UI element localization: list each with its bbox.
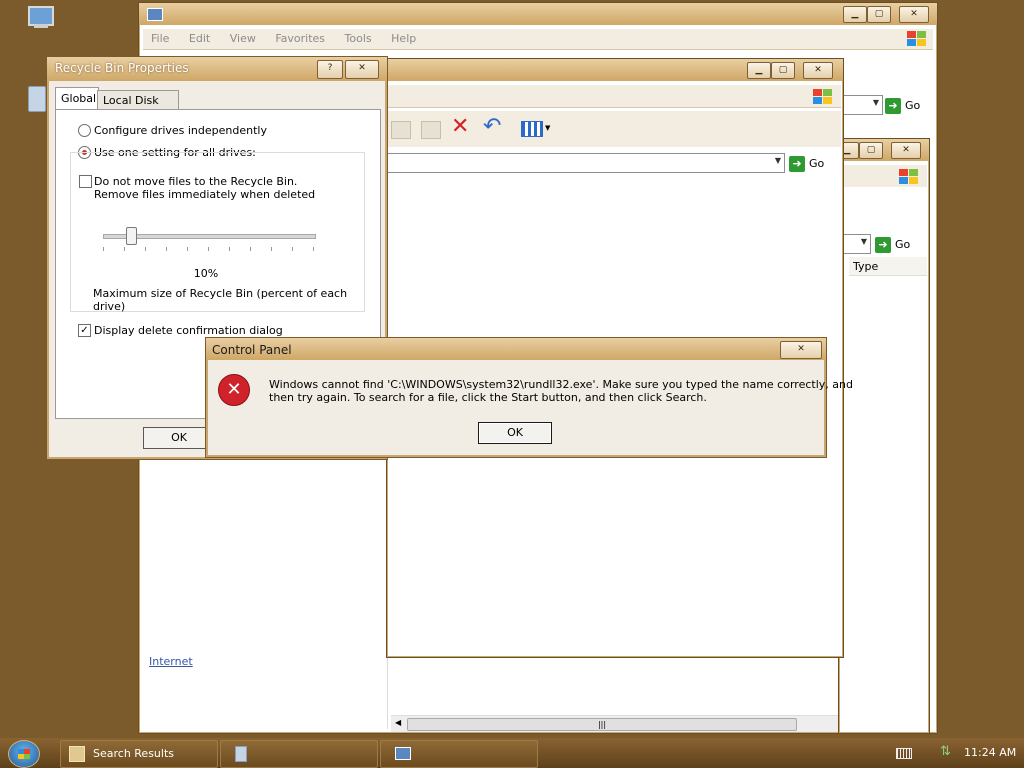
tab-label: Global [61,92,97,105]
tab-local-disk[interactable]: Local Disk (C:) [97,90,179,120]
explorer-mid-titlebar[interactable]: ▁ ▢ ✕ [387,59,843,81]
taskbar-item-search-results[interactable]: Search Results [60,740,218,768]
checkbox-do-not-move[interactable] [79,175,92,188]
menu-tools[interactable]: Tools [337,29,380,45]
maximize-button[interactable]: ▢ [859,142,883,159]
menu-bar: File Edit View Favorites Tools Help [143,29,933,50]
views-icon[interactable] [521,121,543,137]
dialog-title: Control Panel [212,343,292,357]
checkbox-do-not-move-label1: Do not move files to the Recycle Bin. [94,175,298,188]
go-arrow-icon: ➜ [789,156,805,172]
slider-value: 10% [193,267,219,280]
settings-group-box: Do not move files to the Recycle Bin. Re… [70,152,365,313]
taskbar-item-label: Search Results [93,747,175,760]
size-slider[interactable] [103,225,316,255]
close-button[interactable]: ✕ [780,341,822,359]
move-to-icon[interactable] [391,121,411,139]
computer-icon [147,8,163,21]
chevron-down-icon: ▼ [774,156,781,165]
radio-configure-independently[interactable] [78,124,91,137]
keyboard-icon[interactable] [896,748,912,759]
column-header-label: Type [853,260,879,273]
chevron-down-icon: ▼ [860,237,867,246]
checkbox-delete-confirmation-label: Display delete confirmation dialog [94,324,283,337]
search-results-icon [69,746,85,762]
control-panel-error-dialog: Control Panel ✕ ✕ Windows cannot find 'C… [205,337,853,458]
views-chevron-icon[interactable]: ▼ [545,124,550,132]
close-button[interactable]: ✕ [345,60,379,79]
explorer-back-titlebar[interactable]: ▁ ▢ ✕ [139,3,937,25]
max-size-label: Maximum size of Recycle Bin (percent of … [93,287,348,313]
network-icon[interactable]: ⇅ [940,744,951,759]
toolbar: ✕ ↶ ▼ [387,111,841,147]
tab-global[interactable]: Global [55,87,99,110]
windows-logo-icon [899,169,919,185]
go-button[interactable]: ➜ Go [885,97,920,115]
explorer-right-titlebar[interactable]: ▁ ▢ ✕ [835,139,929,161]
recycle-bin-icon [235,746,247,762]
go-arrow-icon: ➜ [875,237,891,253]
clock[interactable]: 11:24 AM [964,746,1016,759]
address-bar[interactable]: ▼ [839,95,883,115]
computer-icon [395,747,411,760]
menu-file[interactable]: File [143,29,177,45]
minimize-button[interactable]: ▁ [747,62,771,79]
start-button[interactable] [8,740,40,768]
error-message-line1: Windows cannot find 'C:\WINDOWS\system32… [269,378,853,391]
copy-to-icon[interactable] [421,121,441,139]
scroll-left-icon[interactable]: ◀ [395,718,401,727]
minimize-button[interactable]: ▁ [843,6,867,23]
taskbar-item-computer[interactable] [380,740,538,768]
left-task-pane: Internet [141,653,388,729]
checkbox-do-not-move-label2: Remove files immediately when deleted [94,188,316,201]
go-arrow-icon: ➜ [885,98,901,114]
desktop-recycle-bin-icon[interactable] [28,84,46,112]
menu-help[interactable]: Help [383,29,424,45]
scrollbar-thumb[interactable]: ||| [407,718,797,731]
explorer-window-right: ▁ ▢ ✕ ▼ ➜ Go Type [835,138,930,734]
checkbox-delete-confirmation[interactable]: ✓ [78,324,91,337]
address-bar[interactable]: ▼ [387,153,785,173]
error-message-line2: then try again. To search for a file, cl… [269,391,707,404]
error-icon: ✕ [218,374,250,406]
recycle-props-titlebar[interactable]: Recycle Bin Properties ? ✕ [47,57,387,81]
taskbar-item-recycle-bin[interactable] [220,740,378,768]
desktop-computer-icon[interactable] [26,4,54,30]
windows-logo-icon [907,31,927,47]
maximize-button[interactable]: ▢ [867,6,891,23]
delete-icon[interactable]: ✕ [451,115,469,139]
maximize-button[interactable]: ▢ [771,62,795,79]
slider-ticks [103,247,314,251]
help-button[interactable]: ? [317,60,343,79]
go-button[interactable]: ➜ Go [875,236,910,254]
taskbar: Search Results ⇅ 11:24 AM [0,738,1024,768]
windows-logo-icon [813,89,833,105]
chevron-down-icon: ▼ [872,98,879,107]
dialog-title: Recycle Bin Properties [55,61,189,75]
menu-edit[interactable]: Edit [181,29,218,45]
close-button[interactable]: ✕ [899,6,929,23]
undo-icon[interactable]: ↶ [483,115,501,139]
close-button[interactable]: ✕ [803,62,833,79]
go-button[interactable]: ➜ Go [789,155,824,173]
radio-configure-independently-label: Configure drives independently [94,124,267,137]
menu-view[interactable]: View [222,29,264,45]
error-dialog-titlebar[interactable]: Control Panel ✕ [206,338,826,360]
ok-button[interactable]: OK [478,422,552,444]
windows-logo-icon [18,749,30,759]
sidebar-link-internet[interactable]: Internet [149,655,193,668]
menu-favorites[interactable]: Favorites [267,29,333,45]
slider-thumb[interactable] [126,227,137,245]
close-button[interactable]: ✕ [891,142,921,159]
column-header-type[interactable]: Type [849,257,927,276]
menu-bar [387,85,841,108]
